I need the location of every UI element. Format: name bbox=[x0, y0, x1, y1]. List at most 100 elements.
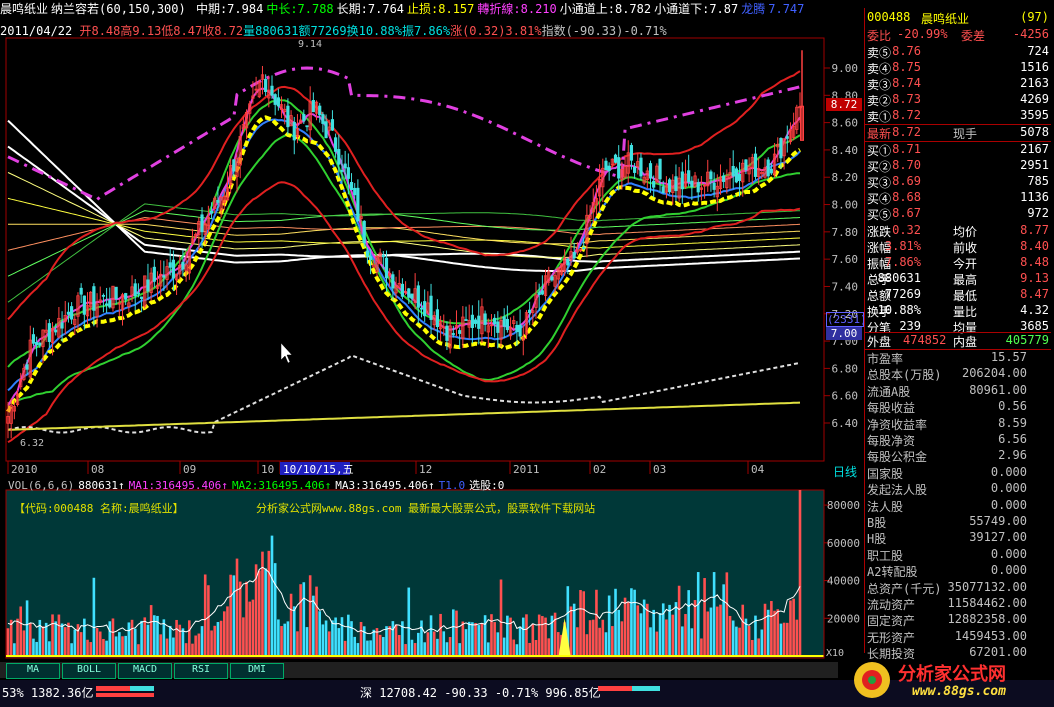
volume-tick-label: 60000 bbox=[827, 537, 860, 550]
fundamental-row: 流动资产 11584462.00 bbox=[865, 596, 1051, 612]
red-upper-band bbox=[7, 70, 801, 320]
volume-bar bbox=[140, 620, 143, 656]
sell-row-5[interactable]: 卖⑤ 8.76 724 bbox=[865, 44, 1051, 60]
candle-body bbox=[528, 309, 532, 314]
sell-row-1[interactable]: 卖① 8.72 3595 bbox=[865, 108, 1051, 124]
fundamental-label: 每股收益 bbox=[867, 401, 916, 416]
volume-bar bbox=[630, 588, 633, 656]
candle-body bbox=[381, 254, 385, 258]
logo-url: www.88gs.com bbox=[912, 684, 1006, 699]
stat-row: 总手 880631 最高 9.13 bbox=[865, 271, 1051, 287]
candle-body bbox=[518, 324, 522, 337]
volume-bar bbox=[464, 629, 468, 656]
mouse-cursor-icon bbox=[280, 342, 293, 364]
stat-row: 涨跌 0.32 均价 8.77 bbox=[865, 223, 1051, 239]
stat-cell: 239 bbox=[899, 319, 921, 333]
buy-row-4[interactable]: 买④ 8.68 1136 bbox=[865, 190, 1051, 206]
fundamental-value: 206204.00 bbox=[961, 366, 1027, 381]
candle-body bbox=[470, 314, 474, 328]
candle-body bbox=[737, 173, 742, 181]
candle-body bbox=[658, 158, 662, 180]
candle-body bbox=[661, 186, 665, 194]
volume-bar bbox=[111, 618, 115, 656]
volume-bar bbox=[44, 622, 48, 656]
volume-bar bbox=[86, 639, 89, 656]
candle-body bbox=[276, 97, 280, 107]
indicator-value-8: 7.747 bbox=[768, 2, 805, 16]
last-price-tag: 8.72 bbox=[826, 98, 862, 111]
sell-row-3[interactable]: 卖③ 8.74 2163 bbox=[865, 76, 1051, 92]
volume-bar bbox=[83, 618, 86, 656]
candle-body bbox=[330, 119, 335, 131]
fundamental-label: 法人股 bbox=[867, 499, 904, 514]
volume-bar bbox=[773, 610, 776, 656]
candle-body bbox=[566, 258, 570, 266]
volume-bar bbox=[108, 621, 112, 656]
stat-row: 换手 10.88% 量比 4.32 bbox=[865, 303, 1051, 319]
volume-bar bbox=[9, 619, 13, 656]
candle-body bbox=[648, 163, 653, 179]
volume-bar bbox=[467, 621, 471, 656]
buy-row-5[interactable]: 买⑤ 8.67 972 bbox=[865, 206, 1051, 222]
x-tick-label: 03 bbox=[653, 463, 666, 476]
candle-body bbox=[734, 168, 738, 183]
buy-row-3[interactable]: 买③ 8.69 785 bbox=[865, 174, 1051, 190]
volume-bar bbox=[404, 644, 407, 656]
volume-bar bbox=[652, 609, 655, 656]
volume-bar bbox=[506, 615, 509, 656]
volume-bar bbox=[397, 635, 401, 656]
stat-cell: 量比 bbox=[953, 305, 978, 319]
volume-bar bbox=[499, 579, 503, 656]
volume-bar bbox=[789, 600, 792, 656]
volume-bar bbox=[432, 631, 436, 656]
volume-bar bbox=[452, 609, 455, 656]
fundamental-row: 每股收益 0.56 bbox=[865, 399, 1051, 415]
volume-bar bbox=[181, 628, 185, 656]
volume-bar bbox=[617, 609, 620, 656]
volume-bar bbox=[588, 620, 592, 656]
tab-macd[interactable]: MACD bbox=[118, 663, 172, 679]
buy-row-1[interactable]: 买① 8.71 2167 bbox=[865, 142, 1051, 158]
volume-bar bbox=[693, 600, 697, 656]
book-price: 8.67 bbox=[892, 206, 921, 220]
volume-bar bbox=[229, 574, 232, 656]
status-bar: 53% 1382.36亿 深 12708.42 -90.33 -0.71% 99… bbox=[0, 662, 1054, 707]
volume-bar bbox=[273, 563, 277, 656]
candle-body bbox=[613, 154, 618, 163]
tab-dmi[interactable]: DMI bbox=[230, 663, 284, 679]
volume-bar bbox=[512, 639, 516, 656]
candle-body bbox=[273, 94, 277, 105]
candle-body bbox=[540, 290, 544, 295]
volume-bar bbox=[439, 613, 442, 656]
volume-bar bbox=[760, 629, 764, 656]
volume-bar bbox=[232, 575, 236, 656]
tab-rsi[interactable]: RSI bbox=[174, 663, 228, 679]
volume-bar bbox=[48, 641, 51, 656]
fundamental-label: 流动资产 bbox=[867, 598, 916, 612]
volume-bar bbox=[776, 609, 780, 656]
volume-bar bbox=[73, 629, 77, 656]
candle-body bbox=[744, 159, 748, 171]
volume-bar bbox=[60, 623, 64, 656]
stat-cell: 77269 bbox=[884, 287, 921, 301]
candle-body bbox=[451, 333, 455, 335]
fundamental-value: 0.000 bbox=[990, 546, 1027, 561]
volume-bar bbox=[305, 627, 309, 656]
ohlc-value-3: 收8.72 bbox=[202, 24, 244, 38]
volume-bar bbox=[350, 621, 353, 656]
volume-overlay-text: 【代码:000488 名称:晨鸣纸业】 bbox=[14, 502, 184, 515]
tab-boll[interactable]: BOLL bbox=[62, 663, 116, 679]
buy-row-2[interactable]: 买② 8.70 2951 bbox=[865, 158, 1051, 174]
volume-bar bbox=[191, 643, 194, 656]
sell-row-4[interactable]: 卖④ 8.75 1516 bbox=[865, 60, 1051, 76]
x-tick-label: 12 bbox=[419, 463, 432, 476]
period-label[interactable]: 日线 bbox=[828, 463, 862, 479]
fundamental-label: 发起法人股 bbox=[867, 483, 928, 498]
book-label: 买⑤ bbox=[867, 208, 892, 222]
sell-row-2[interactable]: 卖② 8.73 4269 bbox=[865, 92, 1051, 108]
candle-body bbox=[349, 181, 354, 191]
tab-ma[interactable]: MA bbox=[6, 663, 60, 679]
volume-axis: 80000 60000 40000 20000 bbox=[823, 490, 860, 658]
indicator-tabs: MA BOLL MACD RSI DMI bbox=[0, 662, 838, 679]
stat-cell: 3.81% bbox=[884, 239, 921, 253]
